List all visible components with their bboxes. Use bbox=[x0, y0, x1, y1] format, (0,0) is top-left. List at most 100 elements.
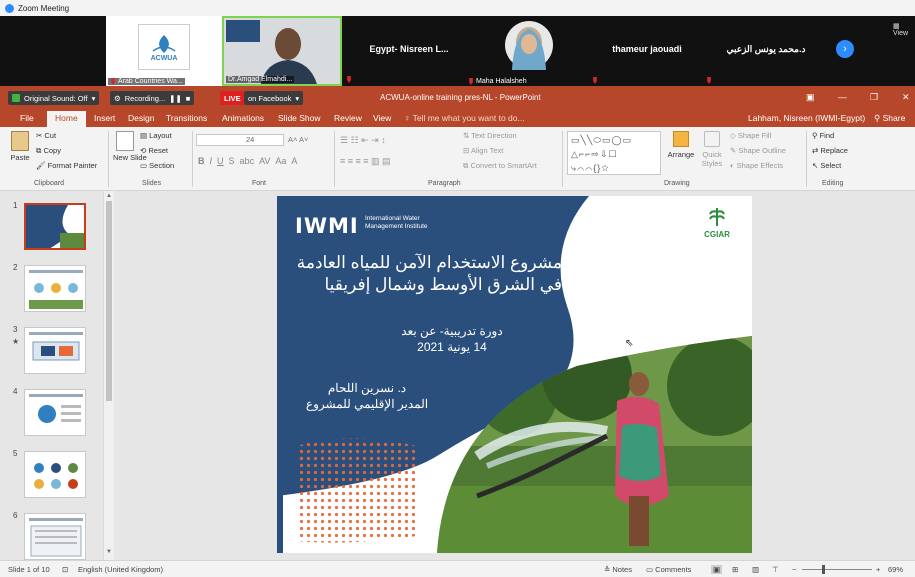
list-buttons[interactable]: ☰ ☷ ⇤ ⇥ ↕ bbox=[340, 135, 386, 146]
convert-smartart-button[interactable]: ⧉ Convert to SmartArt bbox=[463, 161, 537, 171]
slide-title[interactable]: مشروع الاستخدام الآمن للمياه العادمة في … bbox=[292, 252, 562, 296]
thumbnail-scrollbar[interactable]: ▲ ▼ bbox=[103, 191, 114, 560]
slide-thumbnail[interactable] bbox=[24, 513, 86, 560]
find-button[interactable]: ⚲ Find bbox=[812, 131, 834, 140]
slide-thumbnail-image bbox=[29, 332, 83, 361]
group-separator bbox=[562, 131, 563, 187]
zoom-level[interactable]: 69% bbox=[888, 565, 903, 574]
view-button[interactable]: ▦ View bbox=[893, 22, 915, 37]
participant-tile[interactable]: Egypt- Nisreen L... bbox=[352, 16, 466, 86]
shape-fill-button[interactable]: ◇ Shape Fill bbox=[730, 131, 771, 140]
normal-view-button[interactable]: ▣ bbox=[711, 565, 723, 574]
zoom-out-button[interactable]: − bbox=[792, 565, 796, 574]
text-direction-button[interactable]: ⇅ Text Direction bbox=[463, 131, 517, 140]
spellcheck-icon[interactable]: ⊡ bbox=[62, 565, 68, 574]
font-size-select[interactable]: 24 bbox=[246, 135, 254, 144]
tab-insert[interactable]: Insert bbox=[94, 113, 115, 123]
ribbon-display-options-icon[interactable]: ▣ bbox=[806, 92, 815, 103]
reading-view-button[interactable]: ▥ bbox=[752, 565, 759, 574]
slide-thumbnail[interactable] bbox=[24, 451, 86, 498]
acwua-logo-text: ACWUA bbox=[150, 54, 178, 62]
group-label-slides: Slides bbox=[142, 180, 162, 187]
scroll-down-icon[interactable]: ▼ bbox=[106, 549, 112, 555]
next-participants-button[interactable]: › bbox=[836, 40, 854, 58]
slide-course-info[interactable]: دورة تدريبية- عن بعد 14 يونية 2021 bbox=[372, 323, 532, 355]
slide-thumbnail-image bbox=[26, 205, 84, 248]
participant-tile[interactable]: ACWUA Arab Countries Wa... bbox=[106, 16, 222, 86]
new-slide-button[interactable]: New Slide bbox=[113, 131, 147, 162]
tab-slide-show[interactable]: Slide Show bbox=[278, 113, 321, 123]
tab-review[interactable]: Review bbox=[334, 113, 362, 123]
tab-file[interactable]: File bbox=[20, 113, 34, 123]
quick-styles-icon bbox=[704, 131, 720, 147]
slide-thumbnail[interactable] bbox=[24, 265, 86, 312]
signed-in-user[interactable]: Lahham, Nisreen (IWMI-Egypt) bbox=[748, 113, 865, 123]
tab-view[interactable]: View bbox=[373, 113, 391, 123]
format-painter-button[interactable]: 🖌 Format Painter bbox=[36, 161, 97, 170]
scrollbar-thumb[interactable] bbox=[106, 201, 112, 401]
alignment-buttons[interactable]: ≡ ≡ ≡ ≡ ▥ ▤ bbox=[340, 156, 391, 167]
maximize-icon[interactable]: ❐ bbox=[870, 92, 878, 103]
comments-button[interactable]: ▭ Comments bbox=[646, 565, 691, 574]
mic-muted-icon bbox=[111, 78, 115, 85]
reset-button[interactable]: ⟲ Reset bbox=[140, 146, 168, 155]
slide-thumbnail-image bbox=[29, 518, 83, 557]
slide-thumbnail[interactable] bbox=[24, 203, 86, 250]
slide-canvas[interactable]: IWMI International Water Management Inst… bbox=[277, 196, 752, 553]
cut-button[interactable]: ✂ Cut bbox=[36, 131, 56, 140]
section-icon: ▭ bbox=[140, 161, 150, 170]
original-sound-toggle[interactable]: Original Sound: Off ▾ bbox=[8, 91, 100, 105]
share-button[interactable]: ⚲ Share bbox=[874, 113, 905, 124]
slideshow-button[interactable]: ⊤ bbox=[772, 565, 779, 574]
slide-sorter-button[interactable]: ⊞ bbox=[732, 565, 738, 574]
presentation-icon: ⊤ bbox=[772, 565, 779, 574]
close-icon[interactable]: ✕ bbox=[902, 92, 910, 103]
slide-thumbnail-image bbox=[34, 463, 78, 489]
participant-tile[interactable]: thameur jaouadi bbox=[590, 16, 704, 86]
align-text-button[interactable]: ⊟ Align Text bbox=[463, 146, 503, 155]
tab-animations[interactable]: Animations bbox=[222, 113, 264, 123]
zoom-logo-icon bbox=[5, 3, 14, 13]
arrange-button[interactable]: Arrange bbox=[666, 131, 696, 159]
mouse-cursor-icon: ⇖ bbox=[625, 338, 634, 349]
quick-styles-button[interactable]: Quick Styles bbox=[698, 131, 726, 168]
search-icon: ⚲ bbox=[812, 131, 820, 140]
layout-button[interactable]: ▤ Layout bbox=[140, 131, 172, 140]
participant-name: Egypt- Nisreen L... bbox=[369, 44, 449, 54]
zoom-slider[interactable] bbox=[802, 569, 872, 570]
zoom-in-button[interactable]: + bbox=[876, 565, 880, 574]
tab-transitions[interactable]: Transitions bbox=[166, 113, 207, 123]
font-size-grow-shrink[interactable]: A˄ A˅ bbox=[288, 135, 308, 144]
animation-star-icon: ★ bbox=[12, 337, 20, 346]
copy-button[interactable]: ⧉ Copy bbox=[36, 146, 61, 156]
scroll-up-icon[interactable]: ▲ bbox=[106, 193, 112, 199]
slide-thumbnail[interactable] bbox=[24, 389, 86, 436]
tab-design[interactable]: Design bbox=[128, 113, 154, 123]
shapes-gallery[interactable]: ▭╲╲⬭▭◯▭ △⌐⌐⇨⇩☐ ⤷⌒⌒{}☆ bbox=[567, 131, 661, 175]
recording-indicator[interactable]: ⚙ Recording... ❚❚ ■ bbox=[110, 91, 195, 105]
paste-button[interactable]: Paste bbox=[8, 131, 32, 171]
tell-me-search[interactable]: ♀ Tell me what you want to do... bbox=[404, 113, 525, 123]
shape-outline-button[interactable]: ✎ Shape Outline bbox=[730, 146, 786, 155]
zoom-title-bar: Zoom Meeting bbox=[0, 0, 915, 16]
tab-home[interactable]: Home bbox=[47, 111, 86, 127]
participant-tile-active-speaker[interactable]: Dr.Amgad Elmahdi... bbox=[222, 16, 342, 86]
slide-author[interactable]: د. نسرين اللحام المدير الإقليمي للمشروع bbox=[287, 380, 447, 412]
slide-thumbnail[interactable] bbox=[24, 327, 86, 374]
facebook-live-dropdown[interactable]: on Facebook ▾ bbox=[244, 91, 304, 105]
zoom-slider-thumb[interactable] bbox=[822, 565, 825, 574]
minimize-icon[interactable]: — bbox=[838, 92, 847, 102]
font-family-select[interactable] bbox=[196, 134, 284, 146]
section-button[interactable]: ▭ Section bbox=[140, 161, 174, 170]
slide-thumbnail-image bbox=[29, 394, 83, 423]
thumbnail-number: 3 bbox=[13, 325, 18, 334]
select-button[interactable]: ↖ Select bbox=[812, 161, 841, 170]
person-icon: ⚲ bbox=[874, 113, 881, 123]
font-format-buttons[interactable]: B I U S abc AV Aa A bbox=[198, 156, 297, 166]
shape-effects-button[interactable]: ◐ Shape Effects bbox=[730, 161, 783, 170]
participant-tile[interactable]: Maha Halalsheh bbox=[466, 16, 590, 86]
notes-button[interactable]: ≙ Notes bbox=[604, 565, 632, 574]
participant-tile[interactable]: د.محمد يونس الزعبي bbox=[704, 16, 828, 86]
replace-button[interactable]: ⇄ Replace bbox=[812, 146, 848, 155]
language-indicator[interactable]: English (United Kingdom) bbox=[78, 565, 163, 574]
